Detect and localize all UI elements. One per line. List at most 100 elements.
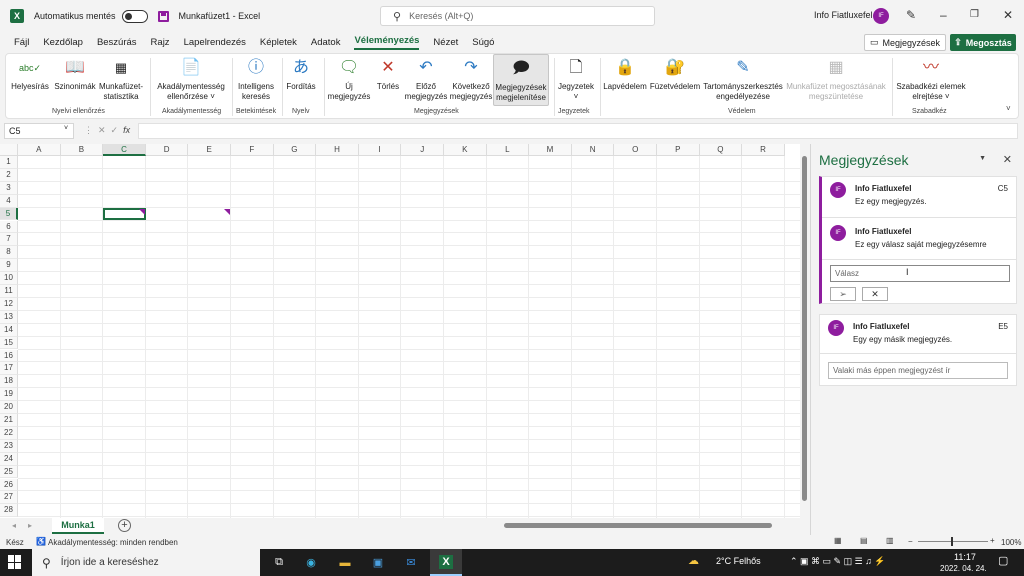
share-button[interactable]: ⇪ Megosztás	[950, 34, 1016, 51]
row-header[interactable]: 15	[0, 336, 18, 350]
send-reply-button[interactable]: ➢	[830, 287, 856, 301]
accessibility-status[interactable]: Akadálymentesség: minden rendben	[48, 538, 178, 547]
row-header[interactable]: 14	[0, 323, 18, 337]
column-header[interactable]: B	[60, 144, 104, 156]
column-header[interactable]: L	[486, 144, 530, 156]
spelling-button[interactable]: abc✓ Helyesírás	[10, 54, 50, 92]
comment-thread-e5[interactable]: IF Info Fiatluxefel E5 Egy egy másik meg…	[819, 314, 1017, 386]
close-window-icon[interactable]: ✕	[1003, 8, 1013, 22]
row-header[interactable]: 11	[0, 285, 18, 298]
row-header[interactable]: 9	[0, 259, 18, 273]
windows-start-icon[interactable]	[8, 555, 22, 569]
delete-comment-button[interactable]: ✕ Törlés	[370, 54, 406, 92]
column-header[interactable]: O	[614, 144, 657, 156]
sheet-tab-munka1[interactable]: Munka1	[52, 518, 104, 534]
user-name[interactable]: Info Fiatluxefel	[814, 10, 873, 20]
clock-time[interactable]: 11:17	[954, 552, 976, 562]
comment-cell-ref[interactable]: C5	[998, 184, 1008, 193]
weather-icon[interactable]: ☁	[688, 554, 699, 567]
comment-marker-e5[interactable]	[224, 208, 230, 215]
file-explorer-icon[interactable]: ▬	[336, 554, 354, 571]
translate-button[interactable]: あ Fordítás	[284, 54, 318, 92]
row-header[interactable]: 24	[0, 452, 18, 466]
row-header[interactable]: 1	[0, 156, 18, 169]
unshare-workbook-button[interactable]: ▦ Munkafüzet megosztásának megszüntetése	[784, 54, 888, 102]
select-all-corner[interactable]	[0, 144, 18, 156]
vertical-scrollbar[interactable]	[800, 144, 810, 518]
column-header[interactable]: E	[188, 144, 231, 156]
show-comments-button[interactable]: 🗩 Megjegyzések megjelenítése	[493, 54, 549, 106]
row-header[interactable]: 12	[0, 297, 18, 311]
formula-input[interactable]	[138, 123, 1018, 139]
busy-reply-input[interactable]: Valaki más éppen megjegyzést ír	[828, 362, 1008, 379]
row-header[interactable]: 16	[0, 349, 18, 363]
row-header[interactable]: 13	[0, 310, 18, 324]
comment-marker-c5[interactable]	[138, 208, 145, 215]
page-layout-icon[interactable]: ▤	[860, 536, 868, 545]
column-header[interactable]: J	[401, 144, 444, 156]
tab-formulas[interactable]: Képletek	[260, 37, 297, 48]
column-header[interactable]: M	[529, 144, 572, 156]
comments-button[interactable]: ▭ Megjegyzések	[864, 34, 946, 51]
row-header[interactable]: 2	[0, 168, 18, 182]
column-header[interactable]: P	[657, 144, 700, 156]
restore-icon[interactable]: ❐	[970, 9, 979, 20]
tab-help[interactable]: Súgó	[472, 37, 494, 48]
reply-input[interactable]: Válasz	[830, 265, 1010, 282]
cancel-reply-button[interactable]: ✕	[862, 287, 888, 301]
row-header[interactable]: 17	[0, 362, 18, 376]
new-comment-button[interactable]: 🗨 Új megjegyzés	[326, 54, 372, 102]
zoom-slider-thumb[interactable]	[951, 537, 953, 546]
user-avatar[interactable]: IF	[873, 8, 889, 24]
next-comment-button[interactable]: ↷ Következő megjegyzés	[448, 54, 494, 102]
minimize-icon[interactable]: –	[940, 8, 947, 22]
column-header[interactable]: K	[444, 144, 487, 156]
workbook-stats-button[interactable]: ▦ Munkafüzet- statisztika	[98, 54, 144, 102]
row-header[interactable]: 22	[0, 426, 18, 440]
column-header[interactable]: D	[145, 144, 189, 156]
notes-button[interactable]: 🗋 Jegyzetek ˅	[556, 54, 596, 102]
row-header[interactable]: 18	[0, 375, 18, 389]
row-header[interactable]: 23	[0, 439, 18, 453]
comment-thread-c5[interactable]: IF Info Fiatluxefel C5 Ez egy megjegyzés…	[819, 176, 1017, 304]
zoom-out-icon[interactable]: −	[908, 537, 913, 546]
sheet-next-icon[interactable]: ▸	[28, 521, 32, 530]
allow-edit-ranges-button[interactable]: ✎ Tartományszerkesztés engedélyezése	[702, 54, 784, 102]
zoom-level[interactable]: 100%	[1001, 538, 1021, 547]
row-header[interactable]: 25	[0, 465, 18, 479]
edge-icon[interactable]: ◉	[302, 554, 320, 571]
horizontal-scrollbar[interactable]	[504, 523, 772, 528]
autosave-toggle[interactable]	[121, 9, 148, 23]
tab-file[interactable]: Fájl	[14, 37, 29, 48]
sheet-prev-icon[interactable]: ◂	[12, 521, 16, 530]
accessibility-button[interactable]: 📄 Akadálymentesség ellenőrzése ˅	[154, 54, 228, 102]
excel-taskbar-icon[interactable]: X	[430, 549, 462, 576]
collapse-ribbon-icon[interactable]: ˅	[1006, 104, 1011, 113]
save-icon[interactable]	[157, 10, 169, 22]
column-header[interactable]: F	[231, 144, 274, 156]
tab-review[interactable]: Véleményezés	[354, 35, 420, 50]
column-header[interactable]: C	[103, 144, 146, 156]
column-header[interactable]: Q	[699, 144, 743, 156]
protect-workbook-button[interactable]: 🔐 Füzetvédelem	[650, 54, 700, 92]
tray-icons[interactable]: ⌃ ▣ ⌘ ▭ ✎ ◫ ☰ ♫ ⚡	[790, 556, 886, 567]
comment-cell-ref[interactable]: E5	[998, 322, 1008, 331]
column-header[interactable]: R	[742, 144, 785, 156]
store-icon[interactable]: ▣	[369, 554, 387, 571]
column-header[interactable]: N	[571, 144, 615, 156]
mail-icon[interactable]: ✉	[402, 554, 420, 571]
fx-icon[interactable]: fx	[123, 125, 130, 135]
tab-insert[interactable]: Beszúrás	[97, 37, 137, 48]
column-header[interactable]: I	[358, 144, 402, 156]
pen-icon[interactable]: ✎	[906, 8, 916, 22]
row-header[interactable]: 20	[0, 401, 18, 414]
close-pane-icon[interactable]: ✕	[1003, 153, 1012, 166]
spreadsheet-grid[interactable]: A B C D E F G H I J K L M N O P Q R 1 2 3 4 5 6 7 8 9 10 11 12 13 14 15 1…	[0, 144, 800, 518]
tab-view[interactable]: Nézet	[433, 37, 458, 48]
column-header[interactable]: H	[316, 144, 359, 156]
row-header[interactable]: 27	[0, 491, 18, 505]
smart-lookup-button[interactable]: ⓘ Intelligens keresés	[234, 54, 278, 102]
row-header[interactable]: 5	[0, 207, 18, 221]
tab-draw[interactable]: Rajz	[151, 37, 170, 48]
column-header[interactable]: A	[18, 144, 61, 156]
